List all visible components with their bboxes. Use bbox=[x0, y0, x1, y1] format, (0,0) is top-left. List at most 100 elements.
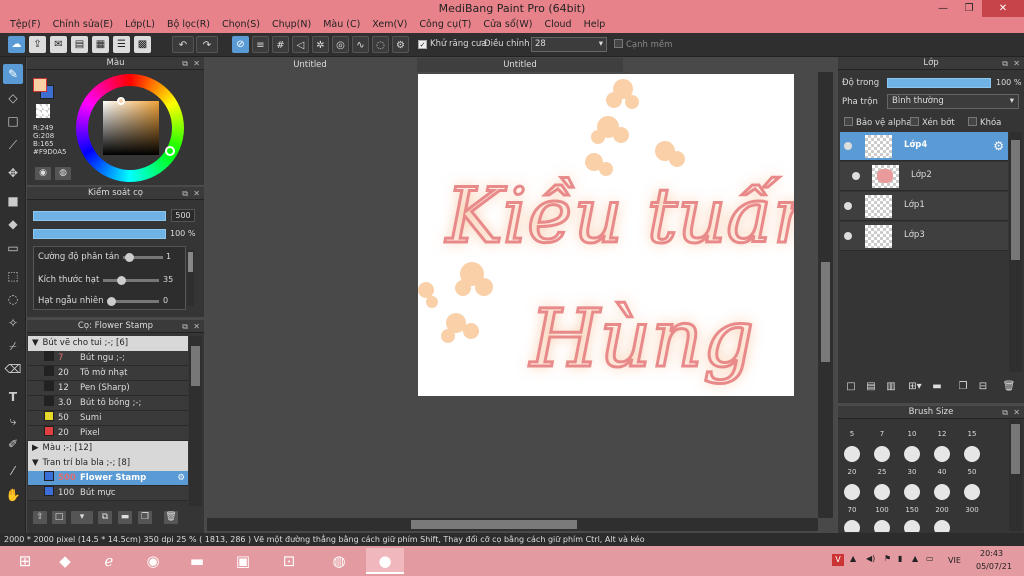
particle-size-slider[interactable] bbox=[103, 276, 159, 285]
brush-dot[interactable] bbox=[904, 520, 920, 532]
divide-tool-icon[interactable]: ✐ bbox=[3, 434, 23, 454]
layer-row[interactable]: Lớp2 bbox=[840, 162, 1008, 191]
select-tool-icon[interactable]: ⬚ bbox=[3, 266, 23, 286]
brush-menu-icon[interactable]: ▾ bbox=[71, 511, 93, 524]
brush-copy-icon[interactable]: ⧉ bbox=[98, 511, 112, 524]
menu-filter[interactable]: Bộ lọc(R) bbox=[161, 17, 216, 33]
panel-close-icon[interactable]: ✕ bbox=[1013, 57, 1020, 70]
menu-view[interactable]: Xem(V) bbox=[366, 17, 413, 33]
menu-cloud[interactable]: Cloud bbox=[538, 17, 577, 33]
eye-icon[interactable] bbox=[844, 202, 852, 210]
brush-size-100[interactable]: 100 bbox=[870, 506, 894, 514]
snap-settings-icon[interactable]: ⚙ bbox=[392, 36, 409, 53]
select-pen-tool-icon[interactable]: ⌿ bbox=[3, 336, 23, 356]
lock-option[interactable]: Khóa bbox=[968, 117, 1001, 128]
brush-tool-icon[interactable]: ✎ bbox=[3, 64, 23, 84]
delete-layer-icon[interactable]: 🗑 bbox=[1002, 380, 1016, 394]
main-color-swatch[interactable] bbox=[33, 78, 47, 92]
brush-size-12[interactable]: 12 bbox=[930, 430, 954, 438]
document-icon[interactable]: ▦ bbox=[92, 36, 109, 53]
float-icon[interactable]: ⧉ bbox=[182, 187, 188, 200]
brush-size-20[interactable]: 20 bbox=[840, 468, 864, 476]
move-tool-icon[interactable]: ✥ bbox=[3, 163, 23, 183]
lasso-tool-icon[interactable]: ◌ bbox=[3, 289, 23, 309]
brush-dot[interactable] bbox=[934, 446, 950, 462]
brush-size-200[interactable]: 200 bbox=[930, 506, 954, 514]
color-palette-icon[interactable]: ◍ bbox=[55, 167, 71, 180]
canvas-hscrollbar[interactable] bbox=[207, 518, 818, 531]
brush-dot[interactable] bbox=[964, 446, 980, 462]
brush-item[interactable]: 50 Sumi bbox=[28, 411, 188, 426]
start-button[interactable]: ⊞ bbox=[6, 548, 44, 574]
merge-layer-icon[interactable]: ⊟ bbox=[976, 380, 990, 394]
layer-row-selected[interactable]: Lớp4 ⚙ bbox=[840, 132, 1008, 161]
clock-date[interactable]: 05/07/21 bbox=[976, 562, 1012, 571]
hue-picker-handle[interactable] bbox=[165, 146, 175, 156]
brush-settings-icon[interactable]: ⚙ bbox=[177, 471, 185, 486]
menu-select[interactable]: Chọn(S) bbox=[216, 17, 266, 33]
saturation-value-square[interactable] bbox=[103, 101, 159, 155]
brush-size-30[interactable]: 30 bbox=[900, 468, 924, 476]
brush-list-scrollbar[interactable] bbox=[189, 336, 202, 506]
brush-item-selected[interactable]: 500 Flower Stamp ⚙ bbox=[28, 471, 188, 486]
brush-dot[interactable] bbox=[934, 520, 950, 532]
layer-row[interactable]: Lớp3 bbox=[840, 222, 1008, 251]
clip-option[interactable]: Xén bớt bbox=[910, 117, 955, 128]
snap-off-icon[interactable]: ⊘ bbox=[232, 36, 249, 53]
blend-mode-select[interactable]: Bình thường ▾ bbox=[887, 94, 1019, 109]
panel-close-icon[interactable]: ✕ bbox=[193, 57, 200, 70]
drawing-canvas[interactable]: Kiều tuấn Hùng Kiều tuấn Hùng bbox=[418, 74, 794, 396]
soft-edge-checkbox[interactable] bbox=[614, 39, 623, 48]
panel-close-icon[interactable]: ✕ bbox=[1013, 406, 1020, 419]
brush-item[interactable]: 20 Pixel bbox=[28, 426, 188, 441]
brush-size-scrollbar[interactable] bbox=[1009, 420, 1022, 531]
brush-size-5[interactable]: 5 bbox=[840, 430, 864, 438]
brush-item[interactable]: 7 Bút ngu ;-; bbox=[28, 351, 188, 366]
canvas-vscrollbar[interactable] bbox=[818, 72, 833, 518]
menu-snap[interactable]: Chụp(N) bbox=[266, 17, 317, 33]
brush-size-15[interactable]: 15 bbox=[960, 430, 984, 438]
brush-dot[interactable] bbox=[844, 484, 860, 500]
share-icon[interactable]: ⇪ bbox=[29, 36, 46, 53]
internet-explorer-icon[interactable]: ℯ bbox=[90, 548, 128, 574]
green-app-icon[interactable]: ◍ bbox=[320, 548, 358, 574]
brush-size-25[interactable]: 25 bbox=[870, 468, 894, 476]
document-tab-active[interactable]: Untitled bbox=[417, 58, 623, 72]
bluestacks-icon[interactable]: ◆ bbox=[46, 548, 84, 574]
shape-tool-icon[interactable]: ■ bbox=[3, 191, 23, 211]
scatter-slider[interactable] bbox=[123, 253, 163, 262]
menu-edit[interactable]: Chỉnh sửa(E) bbox=[47, 17, 120, 33]
redo-icon[interactable]: ↷ bbox=[196, 36, 218, 53]
float-icon[interactable]: ⧉ bbox=[182, 320, 188, 333]
minimize-button[interactable]: — bbox=[930, 0, 956, 17]
sv-picker-handle[interactable] bbox=[117, 97, 125, 105]
brush-dot[interactable] bbox=[844, 446, 860, 462]
duplicate-icon[interactable]: ❐ bbox=[138, 511, 152, 524]
network-app-icon[interactable]: ⊡ bbox=[270, 548, 308, 574]
brush-size-40[interactable]: 40 bbox=[930, 468, 954, 476]
network-icon[interactable]: ▲ bbox=[912, 554, 918, 563]
menu-tools[interactable]: Công cụ(T) bbox=[413, 17, 477, 33]
tray-arrow-icon[interactable]: ▲ bbox=[850, 554, 856, 563]
brush-item[interactable]: 20 Tô mờ nhạt bbox=[28, 366, 188, 381]
display-icon[interactable]: ▭ bbox=[926, 554, 934, 563]
grid-icon[interactable]: ▩ bbox=[134, 36, 151, 53]
random-particle-slider[interactable] bbox=[107, 297, 159, 306]
list-icon[interactable]: ☰ bbox=[113, 36, 130, 53]
brush-group[interactable]: ▶ Màu ;-; [12] bbox=[28, 441, 188, 456]
brush-size-300[interactable]: 300 bbox=[960, 506, 984, 514]
trash-icon[interactable]: 🗑 bbox=[164, 511, 178, 524]
brush-dot[interactable] bbox=[874, 520, 890, 532]
protect-alpha-option[interactable]: Bảo vệ alpha bbox=[844, 117, 911, 128]
float-icon[interactable]: ⧉ bbox=[1002, 406, 1008, 419]
brush-size-value[interactable]: 500 bbox=[171, 209, 195, 222]
clock-time[interactable]: 20:43 bbox=[980, 549, 1003, 558]
menu-file[interactable]: Tệp(F) bbox=[4, 17, 47, 33]
brush-size-50[interactable]: 50 bbox=[960, 468, 984, 476]
snap-grid-icon[interactable]: # bbox=[272, 36, 289, 53]
brush-group[interactable]: ▼ Tran trí bla bla ;-; [8] bbox=[28, 456, 188, 471]
correction-select[interactable]: 28 ▾ bbox=[531, 37, 607, 52]
language-indicator[interactable]: VIE bbox=[948, 556, 961, 565]
panel-close-icon[interactable]: ✕ bbox=[193, 320, 200, 333]
new-halftone-layer-icon[interactable]: ▤ bbox=[864, 380, 878, 394]
